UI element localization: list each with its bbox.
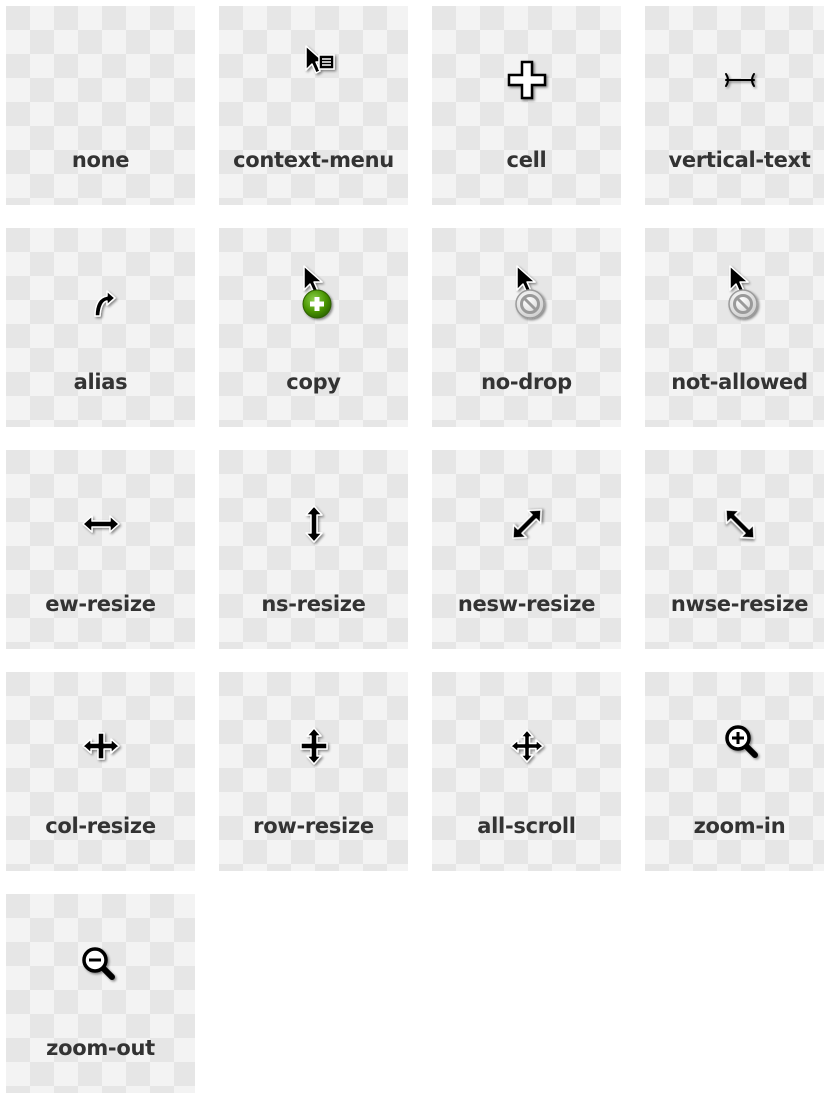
copy-icon — [284, 265, 344, 332]
cursor-tile-ew-resize[interactable]: ew-resize — [6, 450, 195, 649]
cursor-label: none — [71, 148, 130, 172]
cursor-tile-alias[interactable]: alias — [6, 228, 195, 427]
ew-resize-icon — [71, 494, 131, 554]
cursor-label: ns-resize — [261, 592, 366, 616]
cursor-tile-cell[interactable]: cell — [432, 6, 621, 205]
cursor-label: not-allowed — [671, 370, 808, 394]
cursor-tile-zoom-out[interactable]: zoom-out — [6, 894, 195, 1093]
cursor-label: vertical-text — [668, 148, 811, 172]
cursor-label: all-scroll — [477, 814, 576, 838]
all-scroll-icon — [497, 716, 557, 776]
cursor-label: col-resize — [45, 814, 156, 838]
alias-icon — [71, 272, 131, 332]
zoom-out-icon — [71, 938, 131, 998]
ns-resize-icon — [284, 494, 344, 554]
cursor-label: copy — [286, 370, 341, 394]
context-menu-icon — [284, 45, 344, 110]
cursor-tile-not-allowed[interactable]: not-allowed — [645, 228, 824, 427]
cursor-tile-context-menu[interactable]: context-menu — [219, 6, 408, 205]
not-allowed-icon — [710, 265, 770, 332]
cursor-grid: none context-menu cell vertical-text ali… — [6, 6, 824, 1093]
cursor-label: ew-resize — [45, 592, 156, 616]
cursor-tile-vertical-text[interactable]: vertical-text — [645, 6, 824, 205]
vertical-text-icon — [710, 50, 770, 110]
col-resize-icon — [71, 716, 131, 776]
cursor-label: nesw-resize — [457, 592, 596, 616]
cursor-tile-zoom-in[interactable]: zoom-in — [645, 672, 824, 871]
cursor-tile-nesw-resize[interactable]: nesw-resize — [432, 450, 621, 649]
cursor-tile-no-drop[interactable]: no-drop — [432, 228, 621, 427]
cursor-label: nwse-resize — [670, 592, 809, 616]
cursor-tile-row-resize[interactable]: row-resize — [219, 672, 408, 871]
row-resize-icon — [284, 716, 344, 776]
cursor-tile-col-resize[interactable]: col-resize — [6, 672, 195, 871]
cell-icon — [497, 50, 557, 110]
cursor-label: no-drop — [481, 370, 572, 394]
cursor-tile-all-scroll[interactable]: all-scroll — [432, 672, 621, 871]
cursor-tile-none[interactable]: none — [6, 6, 195, 205]
no-drop-icon — [497, 265, 557, 332]
cursor-label: context-menu — [233, 148, 394, 172]
cursor-tile-ns-resize[interactable]: ns-resize — [219, 450, 408, 649]
cursor-label: alias — [73, 370, 128, 394]
cursor-label: row-resize — [253, 814, 374, 838]
none-cursor-area — [71, 50, 131, 110]
nwse-resize-icon — [710, 494, 770, 554]
cursor-tile-nwse-resize[interactable]: nwse-resize — [645, 450, 824, 649]
zoom-in-icon — [710, 716, 770, 776]
nesw-resize-icon — [497, 494, 557, 554]
cursor-label: cell — [506, 148, 547, 172]
cursor-tile-copy[interactable]: copy — [219, 228, 408, 427]
cursor-label: zoom-out — [46, 1036, 155, 1060]
cursor-label: zoom-in — [693, 814, 786, 838]
